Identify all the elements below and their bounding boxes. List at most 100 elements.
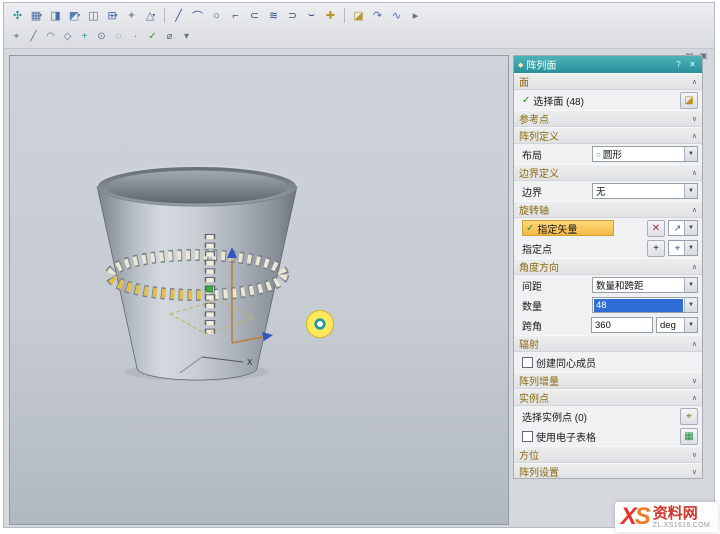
close-icon[interactable]: ✕ xyxy=(687,60,698,69)
toolbar: ✣▦▾◨◩▾◫⊞▾✦△▾╱⌒○⌐⊂≋⊃⌣✚◪↷∿▸ ⌖╱◠◇+⊙◌∙✓⌀▾ xyxy=(4,3,714,49)
specify-vector-field[interactable]: ✓ 指定矢量 xyxy=(522,220,614,236)
revolve-icon[interactable]: ◩▾ xyxy=(66,7,83,24)
crosshair-icon: ⌖ xyxy=(671,243,684,254)
chevron-up-icon: ∧ xyxy=(692,132,697,140)
vector-icon: ↗ xyxy=(671,223,684,234)
chevron-down-icon: ▼ xyxy=(684,298,697,312)
point-icon: + xyxy=(653,243,659,254)
block-icon[interactable]: ◫ xyxy=(85,7,102,24)
move-face-icon[interactable]: ◪ xyxy=(350,7,367,24)
draft-icon[interactable]: △▾ xyxy=(142,7,159,24)
spacing-dropdown[interactable]: 数量和跨距 ▼ xyxy=(592,277,698,293)
instance-point-select-button[interactable]: ⌖ xyxy=(680,408,698,425)
snap-overflow-icon[interactable]: ▾ xyxy=(179,29,194,44)
chevron-down-icon: ▼ xyxy=(684,318,697,332)
point-type-dropdown[interactable]: ⌖ ▼ xyxy=(668,240,698,256)
section-boundary-definition[interactable]: 边界定义 ∧ xyxy=(514,164,702,181)
toolbar-row-1: ✣▦▾◨◩▾◫⊞▾✦△▾ ╱⌒○⌐⊂≋⊃⌣✚ ◪↷∿▸ xyxy=(8,5,710,26)
toolbar-separator xyxy=(344,8,345,23)
chamfer-icon[interactable]: ⌣ xyxy=(303,7,320,24)
reverse-direction-button[interactable]: ✕ xyxy=(647,220,665,237)
count-value: 48 xyxy=(594,299,683,312)
crosshair-icon: ⌖ xyxy=(686,411,692,422)
snap-enable-icon[interactable]: ✓ xyxy=(145,29,160,44)
layout-dropdown[interactable]: ○ 圆形 ▼ xyxy=(592,146,698,162)
span-angle-field[interactable]: 360 xyxy=(591,317,653,333)
bucket-model xyxy=(97,166,297,381)
circle-icon[interactable]: ○ xyxy=(208,7,225,24)
section-pattern-definition[interactable]: 阵列定义 ∧ xyxy=(514,127,702,144)
count-field[interactable]: 48 ▼ xyxy=(592,297,698,313)
chevron-down-icon: ▾ xyxy=(39,12,42,19)
section-reference-point[interactable]: 参考点 ∨ xyxy=(514,110,702,127)
section-angular-direction[interactable]: 角度方向 ∧ xyxy=(514,258,702,275)
unite-icon[interactable]: ⊞▾ xyxy=(104,7,121,24)
snap-diameter-icon[interactable]: ⌀ xyxy=(162,29,177,44)
circular-icon: ○ xyxy=(596,150,601,159)
chevron-up-icon: ∧ xyxy=(692,206,697,214)
section-pattern-settings[interactable]: 阵列设置 ∨ xyxy=(514,463,702,479)
boundary-dropdown[interactable]: 无 ▼ xyxy=(592,183,698,199)
spreadsheet-button[interactable]: ▦ xyxy=(680,428,698,445)
datum-plane-icon[interactable]: ▦▾ xyxy=(28,7,45,24)
snap-existing-point-icon[interactable]: ◌ xyxy=(111,29,126,44)
check-icon: ✓ xyxy=(522,95,530,106)
snap-midpoint-icon[interactable]: ◠ xyxy=(43,29,58,44)
snap-quadrant-icon[interactable]: ◇ xyxy=(60,29,75,44)
chevron-up-icon: ∧ xyxy=(692,340,697,348)
boundary-row: 边界 无 ▼ xyxy=(514,181,702,201)
app-menu-icon[interactable]: ✣ xyxy=(9,7,26,24)
help-icon[interactable]: ? xyxy=(673,60,684,69)
line-icon[interactable]: ╱ xyxy=(170,7,187,24)
face-icon: ◪ xyxy=(684,95,693,106)
layout-row: 布局 ○ 圆形 ▼ xyxy=(514,144,702,164)
vector-dialog-dropdown[interactable]: ↗ ▼ xyxy=(668,220,698,236)
application-window: ✣▦▾◨◩▾◫⊞▾✦△▾╱⌒○⌐⊂≋⊃⌣✚◪↷∿▸ ⌖╱◠◇+⊙◌∙✓⌀▾ ▤ … xyxy=(3,2,715,528)
chevron-up-icon: ∧ xyxy=(692,394,697,402)
chevron-down-icon: ▼ xyxy=(684,241,697,255)
face-select-button[interactable]: ◪ xyxy=(680,92,698,109)
spreadsheet-checkbox[interactable] xyxy=(522,431,533,442)
section-orientation[interactable]: 方位 ∨ xyxy=(514,446,702,463)
count-row: 数量 48 ▼ xyxy=(514,295,702,315)
dialog-icon: ◆ xyxy=(518,61,523,69)
section-instance-points[interactable]: 实例点 ∧ xyxy=(514,389,702,406)
dialog-titlebar[interactable]: ◆ 阵列面 ? ✕ xyxy=(514,56,702,73)
spreadsheet-icon: ▦ xyxy=(684,431,693,442)
snap-point-icon[interactable]: ⌖ xyxy=(9,29,24,44)
snap-node-icon[interactable]: ∙ xyxy=(128,29,143,44)
edge-blend-icon[interactable]: ✦ xyxy=(123,7,140,24)
chevron-up-icon: ∧ xyxy=(692,263,697,271)
pattern-face-icon[interactable]: ↷ xyxy=(369,7,386,24)
snap-center-icon[interactable]: ⊙ xyxy=(94,29,109,44)
point-dialog-button[interactable]: + xyxy=(647,240,665,257)
point-icon[interactable]: ✚ xyxy=(322,7,339,24)
span-angle-value: 360 xyxy=(592,320,652,331)
fillet-icon[interactable]: ⊂ xyxy=(246,7,263,24)
dialog-title: 阵列面 xyxy=(526,57,556,72)
section-face[interactable]: 面 ∧ xyxy=(514,73,702,90)
spline-icon[interactable]: ≋ xyxy=(265,7,282,24)
section-pattern-increment[interactable]: 阵列增量 ∨ xyxy=(514,372,702,389)
span-unit-dropdown[interactable]: deg ▼ xyxy=(656,317,698,333)
spreadsheet-row: 使用电子表格 ▦ xyxy=(514,426,702,446)
viewport-3d[interactable]: X xyxy=(9,55,509,525)
chevron-down-icon: ∨ xyxy=(692,115,697,123)
watermark-brand: 资料网 xyxy=(653,506,710,522)
offset-icon[interactable]: ⊃ xyxy=(284,7,301,24)
span-angle-row: 跨角 360 deg ▼ xyxy=(514,315,702,335)
snap-intersection-icon[interactable]: + xyxy=(77,29,92,44)
extrude-icon[interactable]: ◨ xyxy=(47,7,64,24)
snap-endpoint-icon[interactable]: ╱ xyxy=(26,29,41,44)
section-radiate[interactable]: 辐射 ∧ xyxy=(514,335,702,352)
chevron-down-icon: ▼ xyxy=(684,147,697,161)
chevron-down-icon: ∨ xyxy=(692,377,697,385)
section-rotation-axis[interactable]: 旋转轴 ∧ xyxy=(514,201,702,218)
concentric-checkbox[interactable] xyxy=(522,357,533,368)
profile-icon[interactable]: ⌐ xyxy=(227,7,244,24)
toolbar-overflow-icon[interactable]: ▸ xyxy=(407,7,424,24)
watermark-logo: XS xyxy=(621,505,649,529)
adjust-face-icon[interactable]: ∿ xyxy=(388,7,405,24)
arc-icon[interactable]: ⌒ xyxy=(189,7,206,24)
select-instance-points-row: 选择实例点 (0) ⌖ xyxy=(514,406,702,426)
